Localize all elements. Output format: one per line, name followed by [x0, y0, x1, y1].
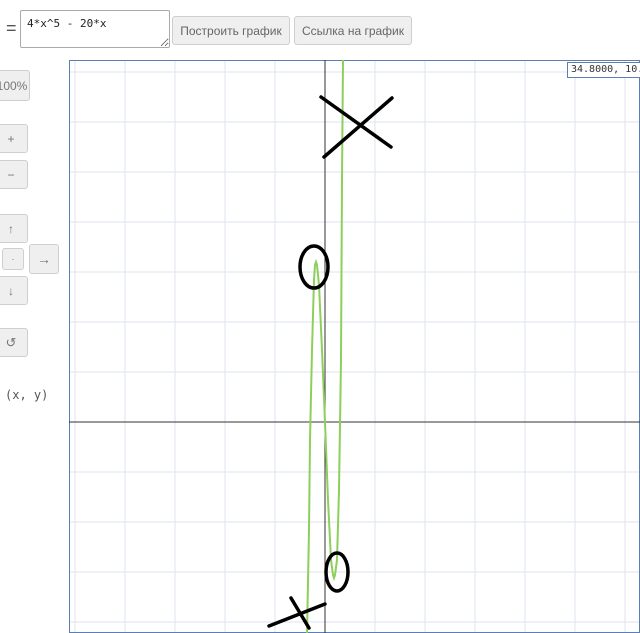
- graph-canvas[interactable]: [69, 60, 640, 633]
- zoom-reset-button[interactable]: 100%: [0, 70, 30, 101]
- pan-right-button[interactable]: →: [29, 244, 59, 274]
- reset-view-button[interactable]: ↺: [0, 328, 28, 357]
- graph-border: [69, 60, 640, 633]
- pan-up-button[interactable]: ↑: [0, 214, 28, 243]
- zoom-in-button[interactable]: +: [0, 124, 28, 153]
- graph-plot[interactable]: [69, 60, 640, 633]
- pan-center-button[interactable]: ·: [2, 248, 24, 270]
- equals-sign: =: [6, 18, 17, 38]
- plot-button[interactable]: Построить график: [172, 16, 290, 45]
- coordinate-label: (x, y): [5, 388, 49, 402]
- zoom-out-button[interactable]: −: [0, 160, 28, 189]
- cursor-coordinate-readout: 34.8000, 10.: [567, 62, 640, 78]
- graph-grid: [69, 60, 640, 633]
- pan-down-button[interactable]: ↓: [0, 276, 28, 305]
- formula-input[interactable]: [20, 10, 170, 48]
- share-link-button[interactable]: Ссылка на график: [294, 16, 412, 45]
